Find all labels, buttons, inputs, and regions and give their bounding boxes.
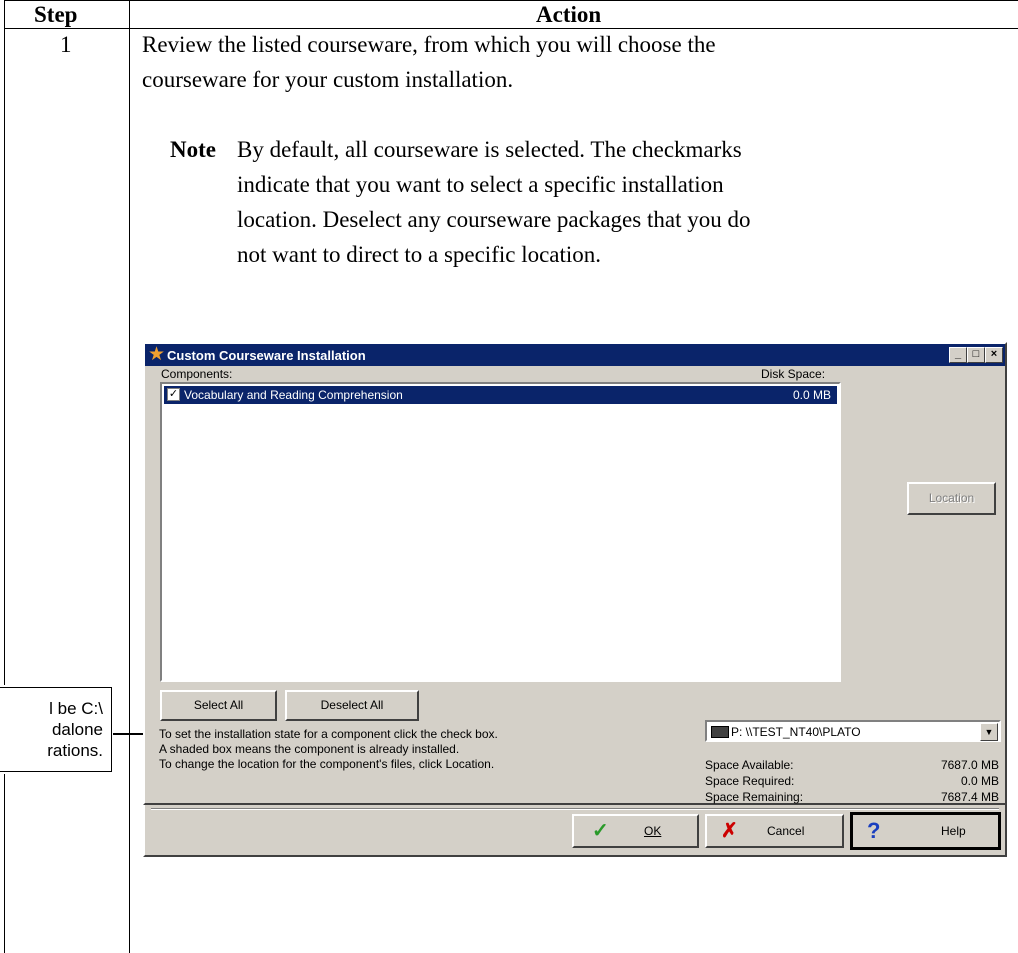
note-line-4: not want to direct to a specific locatio… [237,242,602,267]
list-item[interactable]: ✓ Vocabulary and Reading Comprehension 0… [164,386,837,404]
minimize-button[interactable]: _ [949,347,967,363]
drive-value: P: \\TEST_NT40\PLATO [731,725,861,739]
instruction-line-2: A shaded box means the component is alre… [159,742,460,756]
dialog-titlebar[interactable]: ★ Custom Courseware Installation _ □ × [145,344,1005,366]
maximize-button[interactable]: □ [967,347,985,363]
components-listbox[interactable]: ✓ Vocabulary and Reading Comprehension 0… [160,382,841,682]
close-button[interactable]: × [985,347,1003,363]
check-icon: ✓ [592,820,609,842]
action-line-1: Review the listed courseware, from which… [142,32,716,57]
close-x-icon: ✗ [721,820,738,842]
step-number: 1 [60,32,72,57]
note-label: Note [170,137,216,162]
header-step: Step [34,2,78,27]
action-line-2: courseware for your custom installation. [142,67,514,92]
space-available-label: Space Available: [705,758,794,772]
table-left-border-lower [4,774,5,953]
space-remaining-value: 7687.4 MB [940,790,999,804]
header-action: Action [536,2,602,27]
components-label: Components: [161,367,233,381]
table-column-divider [129,0,130,953]
space-remaining-label: Space Remaining: [705,790,804,804]
help-question-icon: ? [867,818,881,843]
custom-courseware-dialog: ★ Custom Courseware Installation _ □ × C… [143,342,1007,805]
table-left-border [4,0,5,685]
cancel-label: Cancel [767,824,805,838]
dialog-button-strip: ✓ OK ✗ Cancel ? Help [143,805,1007,857]
dialog-title: Custom Courseware Installation [167,348,366,363]
location-button[interactable]: Location [907,482,996,515]
space-required-label: Space Required: [705,774,795,788]
drive-icon [711,726,729,738]
deselect-all-button[interactable]: Deselect All [285,690,419,721]
component-name: Vocabulary and Reading Comprehension [184,388,403,402]
checkbox-checked-icon[interactable]: ✓ [167,388,180,401]
note-line-3: location. Deselect any courseware packag… [237,207,751,232]
cancel-button[interactable]: ✗ Cancel [705,814,844,848]
app-star-icon: ★ [148,344,166,365]
dialog-separator [151,808,999,810]
table-top-border [4,0,1018,1]
help-button[interactable]: ? Help [850,812,1001,850]
note-line-1: By default, all courseware is selected. … [237,137,742,162]
disk-space-label: Disk Space: [761,367,826,381]
ok-button[interactable]: ✓ OK [572,814,699,848]
instruction-line-1: To set the installation state for a comp… [159,727,498,741]
chevron-down-icon[interactable]: ▼ [980,723,998,741]
note-line-2: indicate that you want to select a speci… [237,172,724,197]
instruction-line-3: To change the location for the component… [159,757,495,771]
space-available-value: 7687.0 MB [940,758,999,772]
callout-box: l be C:\ dalone rations. [0,687,112,772]
space-required-value: 0.0 MB [960,774,999,788]
select-all-button[interactable]: Select All [160,690,277,721]
ok-label: OK [644,824,662,838]
component-size: 0.0 MB [792,388,831,402]
drive-select[interactable]: P: \\TEST_NT40\PLATO ▼ [705,720,1001,742]
help-label: Help [941,824,966,838]
